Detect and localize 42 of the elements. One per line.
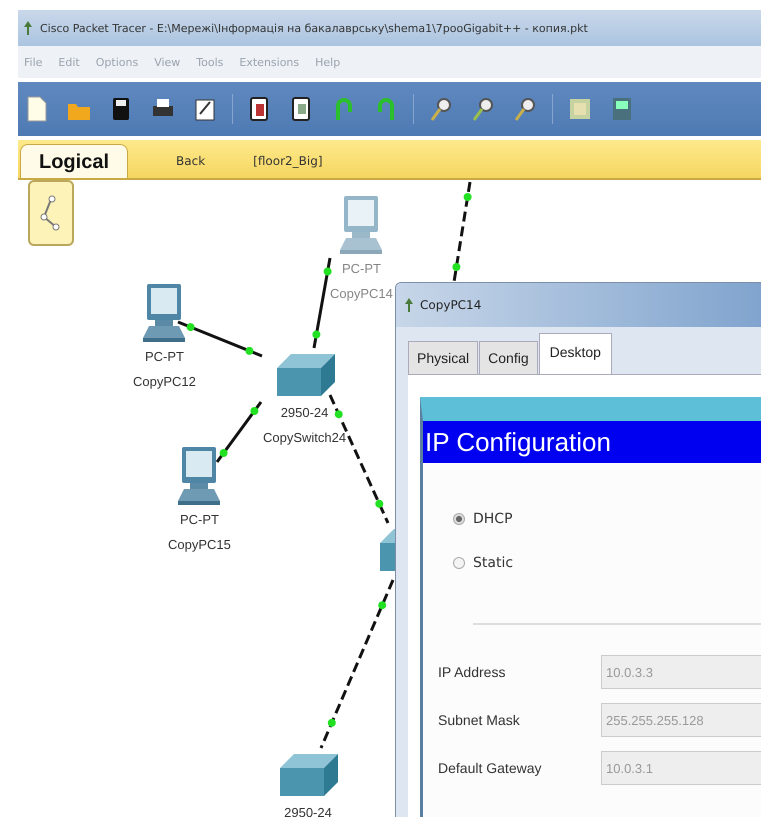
radio-button[interactable] — [453, 557, 465, 569]
radio-label: DHCP — [473, 511, 513, 527]
device-label: CopyPC12 — [133, 373, 196, 391]
device-label: PC-PT — [180, 511, 219, 529]
menu-item[interactable]: Extensions — [239, 56, 300, 68]
back-link[interactable]: Back — [176, 154, 206, 178]
section-heading: IP Configuration — [423, 421, 761, 463]
device-label: PC-PT — [144, 348, 184, 366]
computer-icon — [141, 282, 188, 344]
menu-item[interactable]: Help — [315, 56, 340, 68]
dialog-tab[interactable]: Physical — [408, 341, 478, 374]
radio-label: Static — [473, 555, 514, 571]
radio-button[interactable] — [453, 513, 465, 525]
dialog-title: CopyPC14 — [420, 298, 482, 312]
window-title: Cisco Packet Tracer - E:\Мережі\Інформація на бакалаврську\shema1\7pooGigabit++ - копия.pkt — [40, 22, 588, 34]
device-label: 2950-24 — [284, 804, 332, 817]
network-link[interactable] — [312, 258, 332, 348]
device-label: CopyPC15 — [168, 536, 231, 554]
menu-item[interactable]: Tools — [196, 56, 224, 68]
field-label: IP Address — [438, 664, 506, 680]
network-link[interactable] — [320, 579, 394, 749]
field-label: Subnet Mask — [438, 712, 521, 728]
app-icon — [22, 19, 34, 37]
app-icon — [404, 297, 414, 313]
device-label: CopyPC14 — [330, 285, 393, 303]
network-link[interactable] — [216, 401, 262, 463]
computer-icon — [176, 445, 222, 507]
field-label: Default Gateway — [438, 760, 542, 776]
location-path: [floor2_Big] — [253, 154, 323, 170]
dialog-tab[interactable]: Desktop — [538, 333, 612, 374]
computer-icon — [338, 194, 384, 256]
dialog-tab[interactable]: Config — [479, 341, 538, 374]
menu-item[interactable]: Edit — [58, 56, 80, 68]
workspace-tab[interactable]: Logical — [20, 144, 128, 178]
menu-item[interactable]: Options — [96, 56, 138, 68]
menu-item[interactable]: File — [24, 56, 42, 68]
device-label: CopySwitch24 — [263, 429, 346, 447]
menu-item[interactable]: View — [154, 56, 180, 68]
navigation-button[interactable] — [28, 180, 74, 246]
network-link[interactable] — [452, 182, 472, 282]
device-label: PC-PT — [342, 260, 381, 278]
device-label: 2950-24 — [280, 404, 328, 422]
